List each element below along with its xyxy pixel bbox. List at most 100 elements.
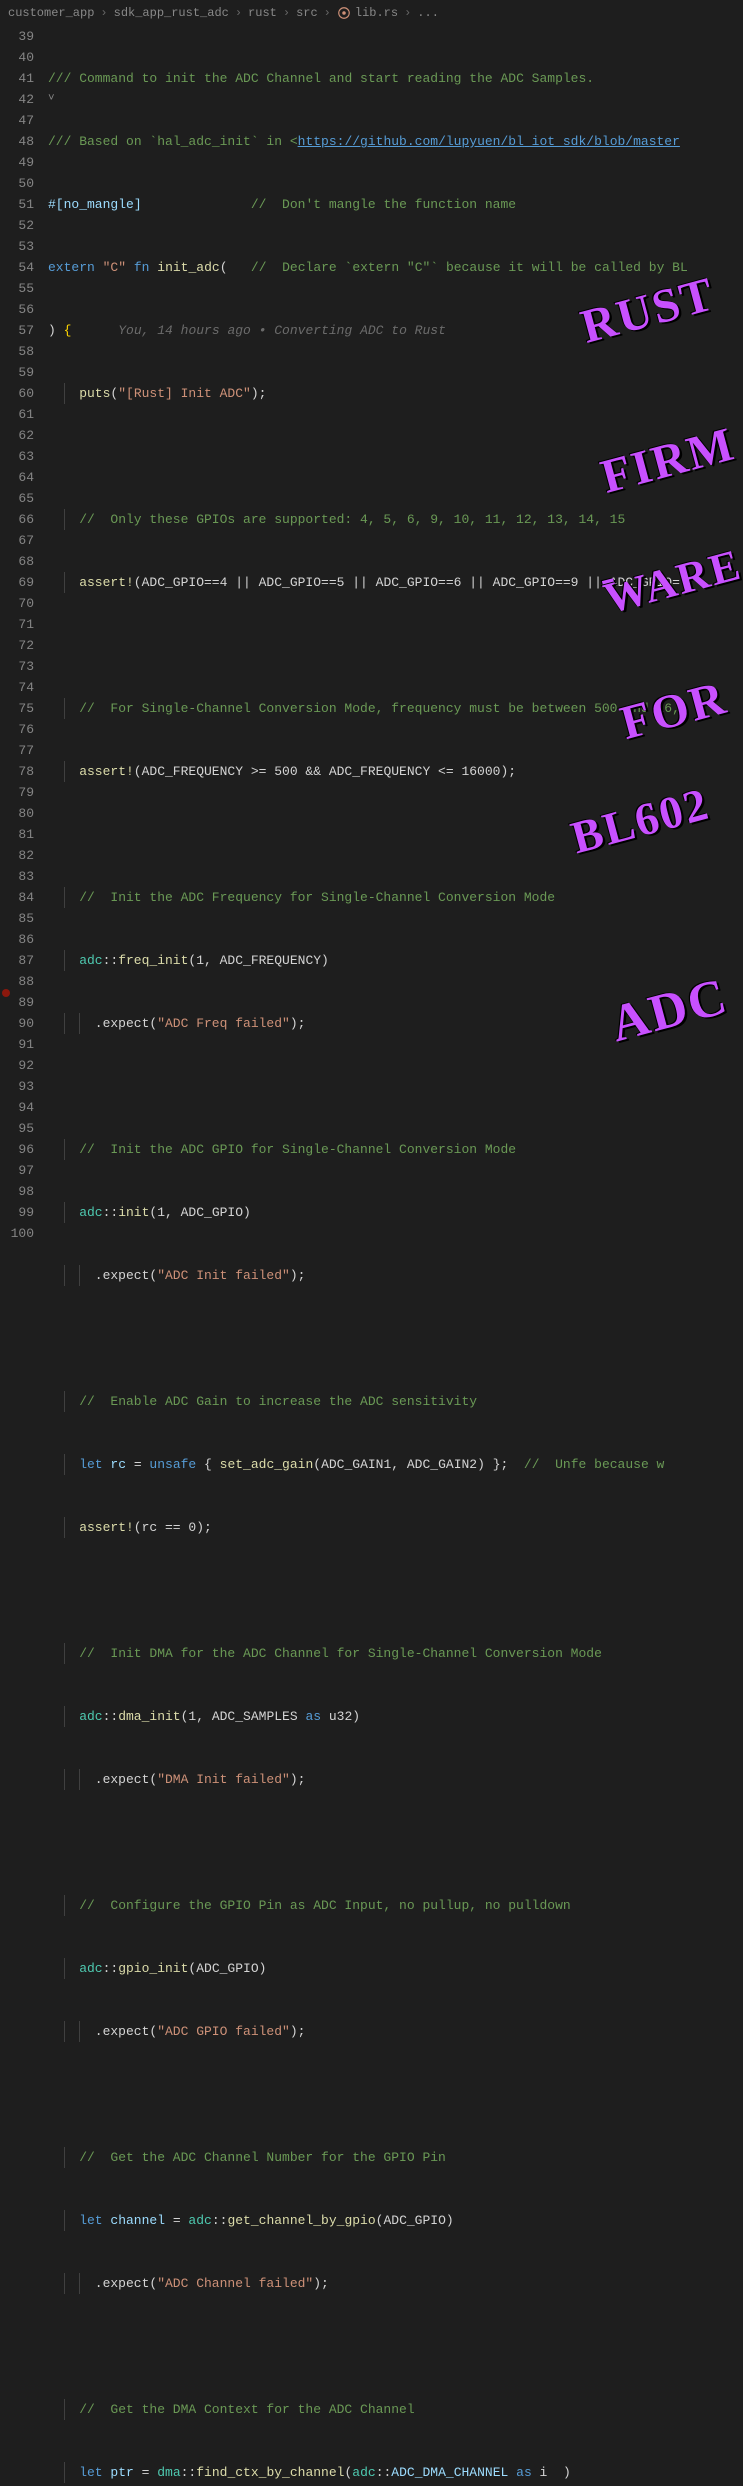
line-number: 78 <box>0 761 34 782</box>
code-text: let <box>79 2213 102 2228</box>
line-number: 81 <box>0 824 34 845</box>
line-number: 72 <box>0 635 34 656</box>
code-text: unsafe <box>149 1457 196 1472</box>
code-text: adc <box>352 2465 375 2480</box>
line-number: 85 <box>0 908 34 929</box>
line-number: 68 <box>0 551 34 572</box>
code-url[interactable]: https://github.com/lupyuen/bl_iot_sdk/bl… <box>298 134 680 149</box>
code-text: (1, ADC_SAMPLES <box>181 1709 306 1724</box>
line-number: 39 <box>0 26 34 47</box>
line-number: 50 <box>0 173 34 194</box>
line-number: 82 <box>0 845 34 866</box>
code-text: dma <box>157 2465 180 2480</box>
code-text: ); <box>313 2276 329 2291</box>
line-number: 91 <box>0 1034 34 1055</box>
code-text: find_ctx_by_channel <box>196 2465 344 2480</box>
line-number: 69 <box>0 572 34 593</box>
code-text: dma_init <box>118 1709 180 1724</box>
code-text: get_channel_by_gpio <box>227 2213 375 2228</box>
breadcrumb-item[interactable]: rust <box>248 3 277 24</box>
code-text: as <box>305 1709 321 1724</box>
code-text: assert! <box>79 1520 134 1535</box>
code-text: "ADC GPIO failed" <box>157 2024 290 2039</box>
line-number: 57 <box>0 320 34 341</box>
code-text: (ADC_GPIO==4 || ADC_GPIO==5 || ADC_GPIO=… <box>134 575 680 590</box>
breadcrumb-more[interactable]: ... <box>417 3 439 24</box>
code-text: .expect( <box>95 1772 157 1787</box>
chevron-right-icon: › <box>235 3 242 24</box>
code-text: ); <box>290 1016 306 1031</box>
code-comment: // Enable ADC Gain to increase the ADC s… <box>79 1394 477 1409</box>
code-text: adc <box>79 953 102 968</box>
code-text: puts <box>79 386 110 401</box>
line-number: 100 <box>0 1223 34 1244</box>
code-text: "DMA Init failed" <box>157 1772 290 1787</box>
code-text: ); <box>290 1268 306 1283</box>
code-text: #[no_mangle] <box>48 197 142 212</box>
code-text: ); <box>290 1772 306 1787</box>
line-number: 52 <box>0 215 34 236</box>
code-text: u32) <box>321 1709 360 1724</box>
code-comment: // Un <box>524 1457 571 1472</box>
code-text: set_adc_gain <box>220 1457 314 1472</box>
code-text: assert! <box>79 575 134 590</box>
line-number: 58 <box>0 341 34 362</box>
line-number: 54 <box>0 257 34 278</box>
line-number: 90 <box>0 1013 34 1034</box>
line-number: 41 <box>0 68 34 89</box>
line-number: 53 <box>0 236 34 257</box>
code-text: .expect( <box>95 2276 157 2291</box>
code-text: (1, ADC_GPIO) <box>149 1205 250 1220</box>
code-text: gpio_init <box>118 1961 188 1976</box>
code-editor[interactable]: 3940414247484950515253545556575859606162… <box>0 26 743 2486</box>
code-comment: // Init the ADC GPIO for Single-Channel … <box>79 1142 516 1157</box>
code-text: i <box>532 2465 548 2480</box>
code-text: init <box>118 1205 149 1220</box>
line-number: 77 <box>0 740 34 761</box>
line-number: 74 <box>0 677 34 698</box>
line-number: 80 <box>0 803 34 824</box>
chevron-right-icon: › <box>324 3 331 24</box>
line-number: 65 <box>0 488 34 509</box>
line-number: 40 <box>0 47 34 68</box>
line-number: 47 <box>0 110 34 131</box>
code-area[interactable]: /// Command to init the ADC Channel and … <box>48 26 743 2486</box>
line-number: 98 <box>0 1181 34 1202</box>
breadcrumb-item[interactable]: src <box>296 3 318 24</box>
code-text: (1, ADC_FREQUENCY) <box>188 953 328 968</box>
line-number: 99 <box>0 1202 34 1223</box>
fold-chevron-icon[interactable]: ˅ <box>48 89 60 110</box>
code-text: ptr <box>110 2465 133 2480</box>
code-comment: // Don't mangle the function name <box>251 197 516 212</box>
line-number: 73 <box>0 656 34 677</box>
line-number: 64 <box>0 467 34 488</box>
breadcrumb-item[interactable]: sdk_app_rust_adc <box>114 3 229 24</box>
line-number: 60 <box>0 383 34 404</box>
code-text: let <box>79 1457 102 1472</box>
code-text: (rc == 0); <box>134 1520 212 1535</box>
line-number: 62 <box>0 425 34 446</box>
line-number-gutter: 3940414247484950515253545556575859606162… <box>0 26 48 2486</box>
breadcrumb-item[interactable]: customer_app <box>8 3 94 24</box>
chevron-right-icon: › <box>283 3 290 24</box>
code-text: fn <box>134 260 150 275</box>
code-text: .expect( <box>95 1268 157 1283</box>
code-text: as <box>516 2465 532 2480</box>
code-comment: // Get the ADC Channel Number for the GP… <box>79 2150 446 2165</box>
code-text: (ADC_GPIO) <box>376 2213 454 2228</box>
code-comment: // Init the ADC Frequency for Single-Cha… <box>79 890 555 905</box>
line-number: 48 <box>0 131 34 152</box>
line-number: 83 <box>0 866 34 887</box>
line-number: 59 <box>0 362 34 383</box>
code-text: (ADC_GAIN1, ADC_GAIN2) <box>313 1457 485 1472</box>
line-number: 51 <box>0 194 34 215</box>
code-comment: // For Single-Channel Conversion Mode, f… <box>79 701 680 716</box>
breakpoint-icon[interactable] <box>2 989 10 997</box>
code-text: let <box>79 2465 102 2480</box>
code-comment: // Declare `extern "C"` because it will … <box>251 260 688 275</box>
breadcrumb[interactable]: customer_app › sdk_app_rust_adc › rust ›… <box>0 0 743 26</box>
code-text: adc <box>188 2213 211 2228</box>
code-text: "ADC Freq failed" <box>157 1016 290 1031</box>
breadcrumb-file[interactable]: lib.rs <box>355 3 398 24</box>
code-text: /// Based on `hal_adc_init` in < <box>48 134 298 149</box>
